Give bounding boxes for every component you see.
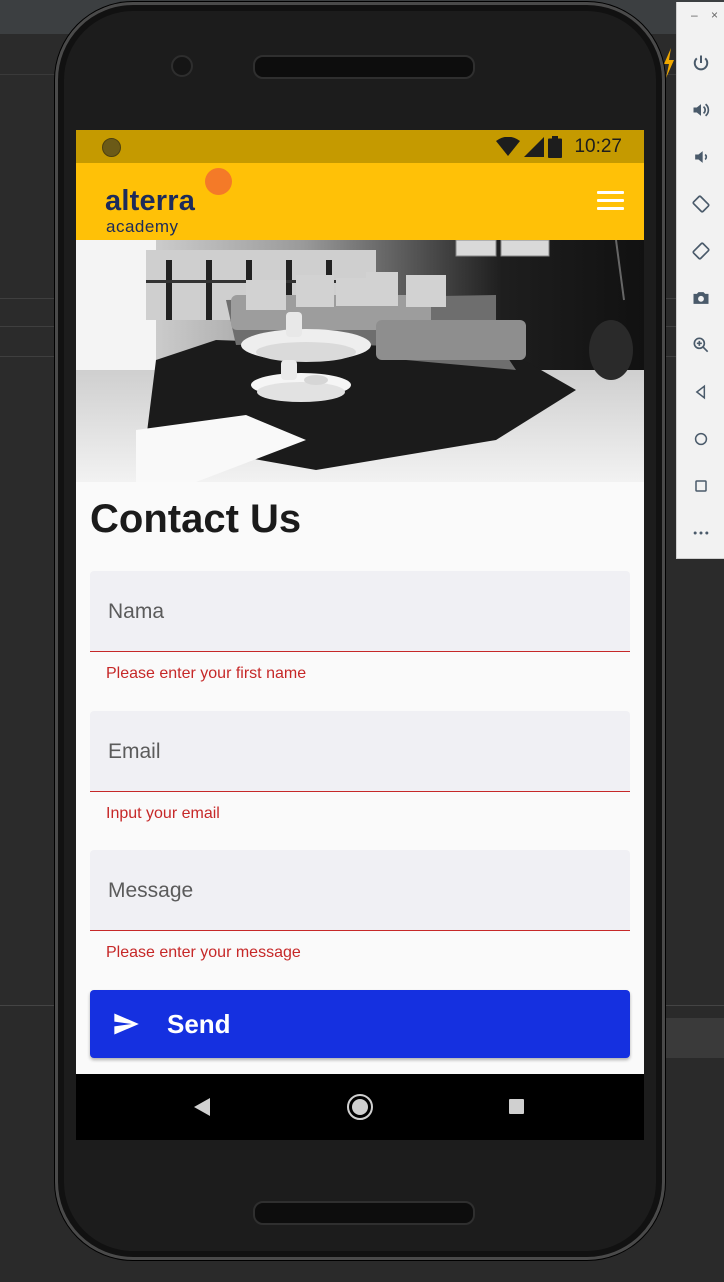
- name-error-text: Please enter your first name: [106, 665, 307, 682]
- hero-image: [76, 240, 644, 482]
- overview-icon[interactable]: [689, 474, 713, 498]
- minimize-icon[interactable]: –: [691, 8, 698, 22]
- email-input[interactable]: [106, 737, 610, 767]
- message-error-text: Please enter your message: [106, 944, 301, 961]
- top-speaker: [253, 55, 475, 79]
- message-input[interactable]: [106, 876, 610, 906]
- close-icon[interactable]: ×: [711, 8, 718, 22]
- status-bar: 10:27: [76, 130, 644, 163]
- home-circle-icon[interactable]: [347, 1094, 373, 1120]
- app-bar: alterra academy: [76, 163, 644, 240]
- status-icons: [496, 136, 562, 158]
- bottom-speaker: [253, 1201, 475, 1225]
- rotate-left-icon[interactable]: [689, 192, 713, 216]
- email-error-text: Input your email: [106, 805, 220, 822]
- status-time: 10:27: [574, 136, 622, 157]
- battery-icon: [548, 136, 562, 158]
- logo-subtitle: academy: [106, 217, 179, 236]
- email-field[interactable]: [90, 711, 630, 792]
- more-icon[interactable]: [689, 521, 713, 545]
- recents-square-icon[interactable]: [509, 1099, 524, 1114]
- hamburger-menu-icon[interactable]: [597, 191, 624, 211]
- name-field[interactable]: [90, 571, 630, 652]
- volume-down-icon[interactable]: [689, 145, 713, 169]
- power-icon[interactable]: [689, 51, 713, 75]
- camera-icon[interactable]: [689, 286, 713, 310]
- wifi-icon: [496, 137, 520, 156]
- logo-dot: [205, 168, 232, 195]
- emulator-window-controls: – ×: [677, 8, 724, 28]
- signal-icon: [524, 137, 544, 157]
- front-camera: [171, 55, 193, 77]
- zoom-icon[interactable]: [689, 333, 713, 357]
- notification-icon: [102, 138, 121, 157]
- page-title: Contact Us: [90, 497, 302, 541]
- system-nav-bar: [76, 1074, 644, 1140]
- back-triangle-icon[interactable]: [194, 1098, 210, 1116]
- emulator-toolbar: – ×: [676, 2, 724, 559]
- name-input[interactable]: [106, 597, 610, 627]
- back-icon[interactable]: [689, 380, 713, 404]
- send-icon: [114, 1013, 139, 1035]
- device-screen: 10:27 alterra academy Contact Us Nama Pl…: [76, 130, 644, 1140]
- send-button[interactable]: Send: [90, 990, 630, 1058]
- volume-up-icon[interactable]: [689, 98, 713, 122]
- send-button-label: Send: [167, 1008, 231, 1039]
- message-field[interactable]: [90, 850, 630, 931]
- home-icon[interactable]: [689, 427, 713, 451]
- logo-word: alterra: [105, 185, 196, 217]
- rotate-right-icon[interactable]: [689, 239, 713, 263]
